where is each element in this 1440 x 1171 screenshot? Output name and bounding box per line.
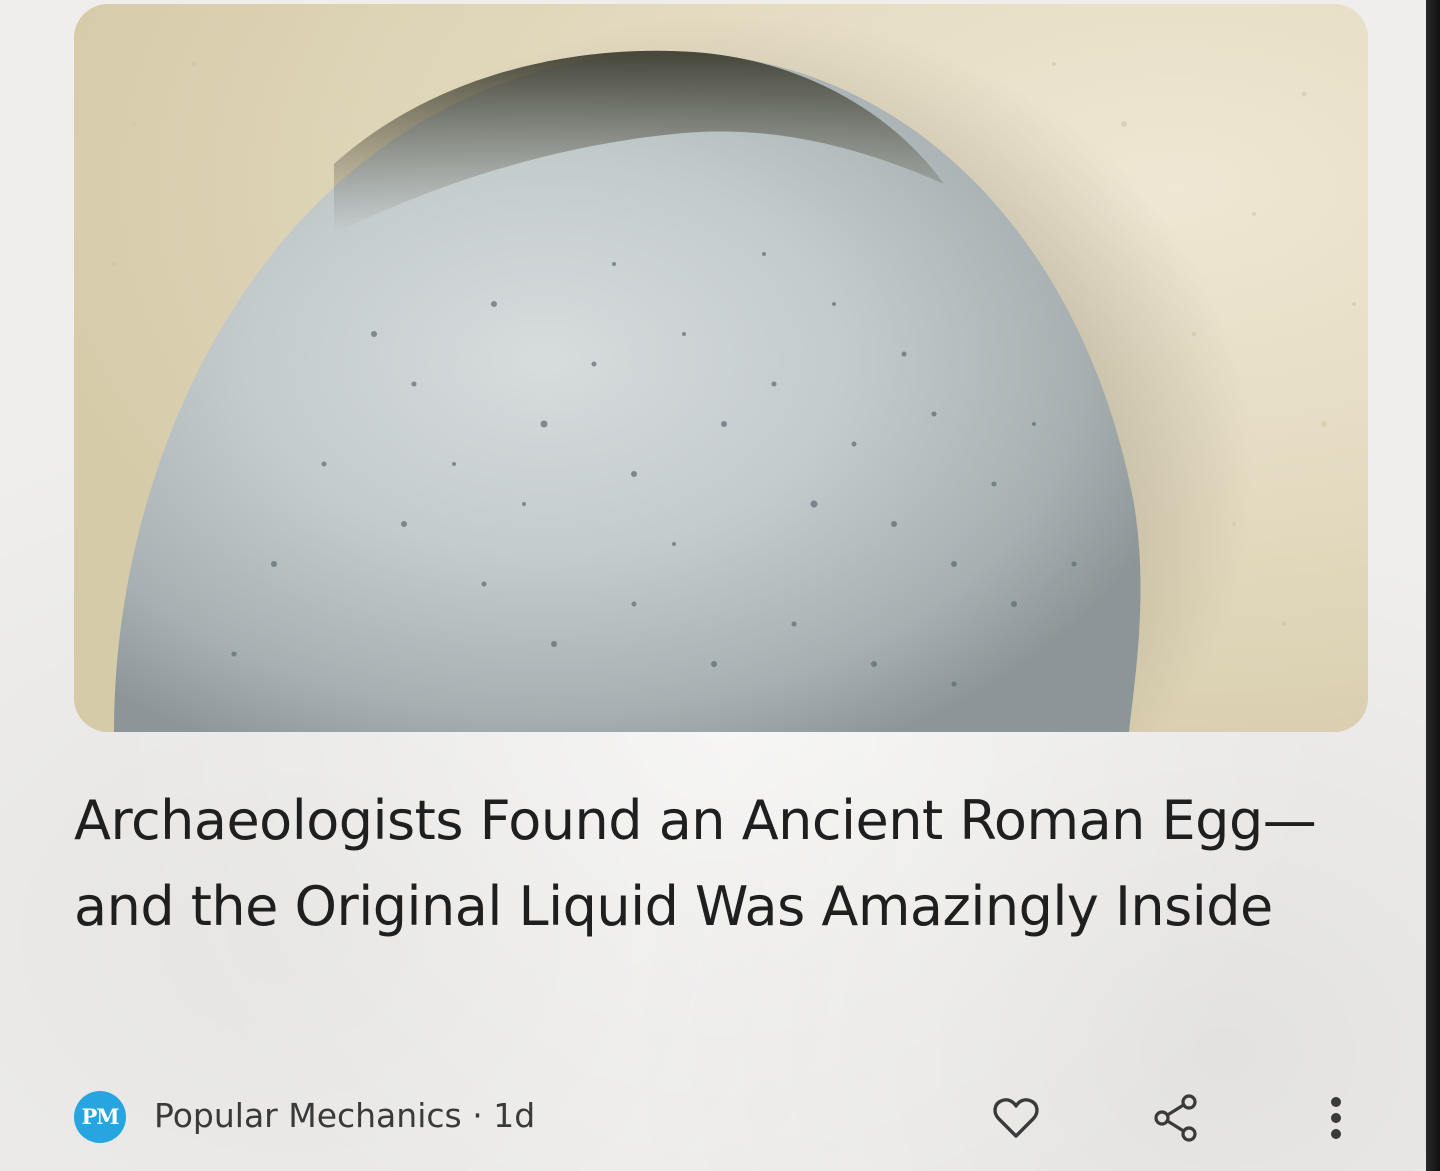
publisher-info[interactable]: Popular Mechanics · 1d [154, 1094, 535, 1138]
screen-edge [1426, 0, 1440, 1171]
article-hero-image[interactable] [74, 4, 1368, 732]
share-button[interactable] [1146, 1088, 1206, 1148]
publisher-logo[interactable]: PM [74, 1091, 126, 1143]
publisher-name[interactable]: Popular Mechanics [154, 1096, 462, 1135]
article-age: 1d [493, 1096, 536, 1135]
more-vert-icon [1331, 1097, 1341, 1139]
egg-photo [74, 4, 1368, 732]
like-button[interactable] [986, 1088, 1046, 1148]
news-article-card[interactable]: Archaeologists Found an Ancient Roman Eg… [0, 0, 1426, 1171]
meta-separator: · [472, 1096, 483, 1135]
heart-icon [993, 1098, 1039, 1138]
more-options-button[interactable] [1306, 1088, 1366, 1148]
share-icon [1154, 1094, 1197, 1142]
article-meta-row: PM Popular Mechanics · 1d [74, 1088, 1374, 1144]
article-headline[interactable]: Archaeologists Found an Ancient Roman Eg… [74, 778, 1364, 950]
